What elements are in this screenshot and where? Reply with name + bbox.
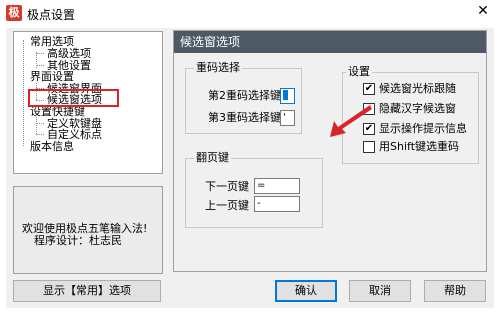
cancel-button[interactable]: 取消 — [349, 280, 411, 302]
window-title: 极点设置 — [27, 8, 76, 22]
tree-connector — [36, 134, 44, 135]
tree-connector — [36, 123, 44, 124]
tree-connector — [36, 117, 37, 134]
follow-cursor-label[interactable]: 候选窗光标跟随 — [379, 83, 456, 95]
help-button[interactable]: 帮助 — [424, 280, 486, 302]
tree-connector — [23, 40, 24, 146]
annotation-arrow-icon — [330, 105, 372, 137]
app-logo-icon: 极 — [6, 5, 22, 21]
settings-group-title: 设置 — [346, 65, 372, 78]
show-tips-label[interactable]: 显示操作提示信息 — [379, 123, 467, 135]
key2-label: 第2重码选择键 — [208, 89, 281, 102]
next-page-label: 下一页键 — [205, 180, 249, 193]
panel-header: 候选窗选项 — [174, 31, 486, 53]
show-common-options-button[interactable]: 显示【常用】选项 — [13, 280, 161, 302]
title-bar: 极 极点设置 ✕ — [0, 0, 500, 26]
selection-annotation-box — [28, 89, 119, 107]
follow-cursor-checkbox[interactable]: ✔ — [363, 83, 375, 95]
dup-select-group-title: 重码选择 — [194, 61, 242, 74]
tree-item-version[interactable]: 版本信息 — [30, 141, 74, 153]
settings-window: 极 极点设置 ✕ 常用选项 高级选项 其他设置 界面设置 候选窗界面 候选窗选项… — [0, 0, 500, 313]
close-button[interactable]: ✕ — [466, 0, 500, 24]
tree-connector — [36, 65, 44, 66]
hide-candidate-label[interactable]: 隐藏汉字候选窗 — [379, 103, 456, 115]
key3-label: 第3重码选择键 — [208, 111, 281, 124]
author-text: 程序设计：杜志民 — [34, 234, 122, 247]
prev-page-label: 上一页键 — [205, 199, 249, 212]
ok-button[interactable]: 确认 — [275, 280, 337, 302]
key3-input[interactable]: ' — [280, 110, 295, 126]
page-keys-group-title: 翻页键 — [194, 151, 231, 164]
tree-connector — [36, 53, 44, 54]
prev-page-input[interactable]: - — [254, 196, 300, 212]
shift-select-checkbox[interactable] — [363, 141, 375, 153]
next-page-input[interactable]: = — [254, 178, 300, 194]
shift-select-label[interactable]: 用Shift键选重码 — [379, 141, 459, 153]
key2-input[interactable] — [280, 88, 295, 104]
selected-text-highlight — [283, 90, 288, 100]
